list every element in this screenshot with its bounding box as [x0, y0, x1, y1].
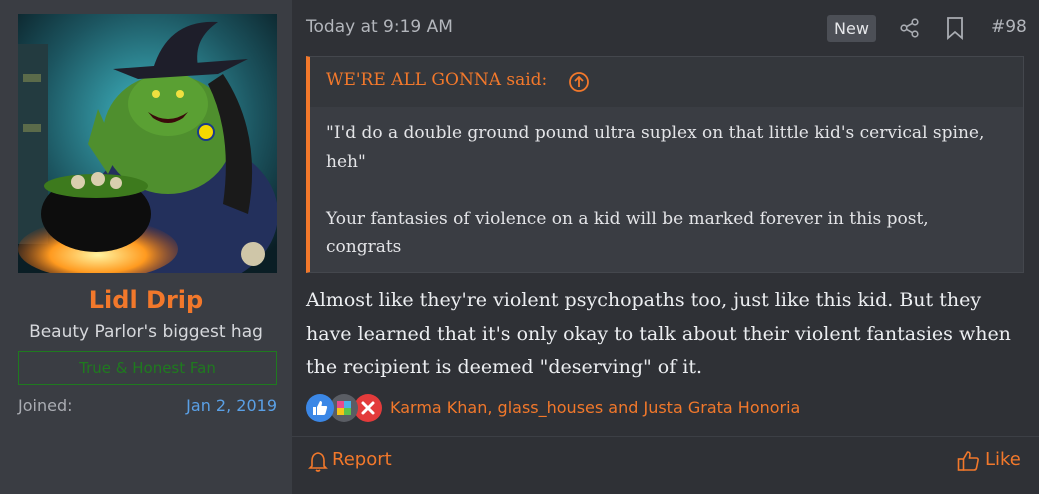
- post-message: Almost like they're violent psychopaths …: [306, 289, 1011, 378]
- quote-block: WE'RE ALL GONNA said: "I'd do a double g…: [306, 56, 1024, 273]
- arrow-up-circle-icon[interactable]: [568, 71, 590, 93]
- new-badge: New: [827, 15, 876, 42]
- quote-header: WE'RE ALL GONNA said:: [310, 57, 1023, 107]
- joined-date: Jan 2, 2019: [186, 396, 277, 415]
- joined-label: Joined:: [18, 396, 73, 415]
- thumbs-up-icon: [306, 394, 334, 422]
- like-label: Like: [985, 449, 1021, 470]
- user-column: Lidl Drip Beauty Parlor's biggest hag Tr…: [0, 0, 292, 494]
- post-main: Today at 9:19 AM New #98 WE'RE ALL GONNA…: [292, 0, 1039, 494]
- reaction-users[interactable]: Karma Khan, glass_houses and Justa Grata…: [390, 398, 800, 417]
- user-banner: True & Honest Fan: [18, 351, 277, 385]
- user-title: Beauty Parlor's biggest hag: [29, 322, 263, 342]
- quote-body: "I'd do a double ground pound ultra supl…: [326, 119, 1006, 262]
- bookmark-icon[interactable]: [945, 16, 965, 40]
- quote-author[interactable]: WE'RE ALL GONNA said:: [326, 70, 547, 90]
- quote-line: Your fantasies of violence on a kid will…: [326, 208, 929, 258]
- avatar[interactable]: [18, 14, 277, 273]
- post-timestamp[interactable]: Today at 9:19 AM: [306, 17, 453, 37]
- divider: [292, 436, 1039, 437]
- post-number[interactable]: #98: [991, 17, 1027, 37]
- quote-line: "I'd do a double ground pound ultra supl…: [326, 123, 985, 172]
- share-icon[interactable]: [899, 17, 921, 39]
- username[interactable]: Lidl Drip: [0, 286, 292, 314]
- x-icon: [354, 394, 382, 422]
- report-label: Report: [332, 449, 392, 470]
- forum-post: Lidl Drip Beauty Parlor's biggest hag Tr…: [0, 0, 1039, 494]
- like-button[interactable]: Like: [957, 448, 1027, 474]
- puzzle-icon: [330, 394, 358, 422]
